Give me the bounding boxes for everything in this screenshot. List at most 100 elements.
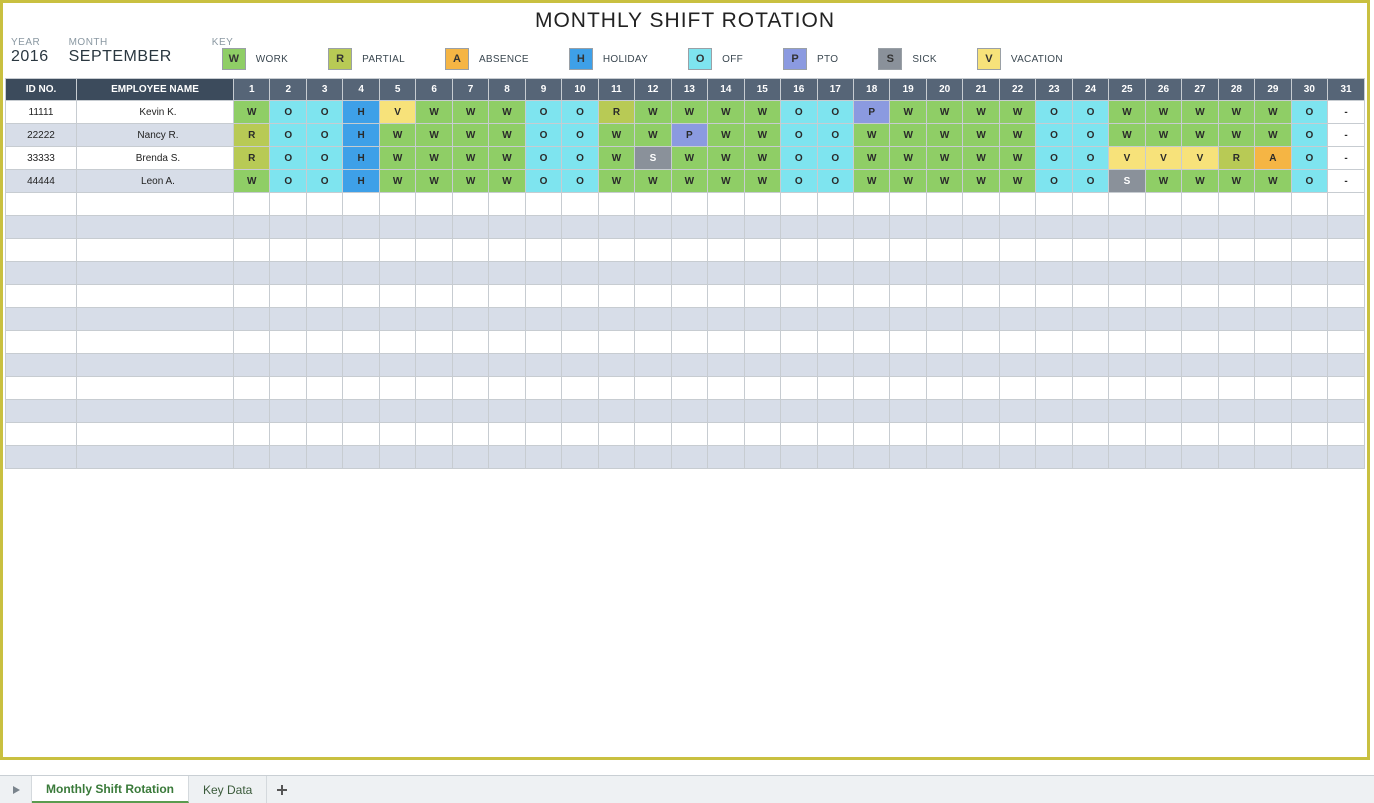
- shift-cell[interactable]: W: [635, 170, 671, 193]
- shift-cell[interactable]: [562, 400, 598, 423]
- shift-cell[interactable]: [1218, 354, 1254, 377]
- shift-cell[interactable]: W: [1255, 124, 1291, 147]
- shift-cell[interactable]: [635, 400, 671, 423]
- shift-cell[interactable]: [598, 423, 634, 446]
- shift-cell[interactable]: [1328, 193, 1365, 216]
- shift-cell[interactable]: [1218, 423, 1254, 446]
- shift-cell[interactable]: [234, 262, 270, 285]
- shift-cell[interactable]: [1218, 308, 1254, 331]
- shift-cell[interactable]: W: [379, 124, 415, 147]
- shift-cell[interactable]: [999, 262, 1035, 285]
- shift-cell[interactable]: [744, 216, 780, 239]
- shift-cell[interactable]: P: [671, 124, 707, 147]
- shift-cell[interactable]: W: [671, 147, 707, 170]
- shift-cell[interactable]: W: [744, 124, 780, 147]
- shift-cell[interactable]: [1145, 239, 1181, 262]
- shift-cell[interactable]: W: [416, 101, 452, 124]
- shift-cell[interactable]: W: [999, 170, 1035, 193]
- shift-cell[interactable]: W: [1182, 170, 1218, 193]
- shift-cell[interactable]: [817, 262, 853, 285]
- shift-cell[interactable]: [379, 354, 415, 377]
- shift-cell[interactable]: [270, 354, 306, 377]
- shift-cell[interactable]: W: [1145, 170, 1181, 193]
- employee-name[interactable]: Leon A.: [76, 170, 233, 193]
- shift-cell[interactable]: O: [817, 147, 853, 170]
- shift-cell[interactable]: [963, 331, 999, 354]
- shift-cell[interactable]: [781, 262, 817, 285]
- shift-cell[interactable]: [926, 331, 962, 354]
- shift-cell[interactable]: W: [1255, 101, 1291, 124]
- shift-cell[interactable]: [1255, 239, 1291, 262]
- shift-cell[interactable]: [343, 308, 379, 331]
- shift-cell[interactable]: [1072, 423, 1108, 446]
- shift-cell[interactable]: [671, 239, 707, 262]
- shift-cell[interactable]: [708, 239, 744, 262]
- table-row[interactable]: [6, 262, 1365, 285]
- shift-cell[interactable]: V: [1182, 147, 1218, 170]
- shift-cell[interactable]: [1145, 216, 1181, 239]
- shift-cell[interactable]: O: [525, 124, 561, 147]
- shift-cell[interactable]: [562, 285, 598, 308]
- shift-cell[interactable]: [1145, 354, 1181, 377]
- shift-cell[interactable]: [343, 262, 379, 285]
- shift-cell[interactable]: [525, 331, 561, 354]
- shift-cell[interactable]: [525, 193, 561, 216]
- shift-cell[interactable]: [963, 354, 999, 377]
- shift-cell[interactable]: O: [1291, 147, 1327, 170]
- shift-cell[interactable]: [270, 377, 306, 400]
- shift-cell[interactable]: [853, 193, 889, 216]
- shift-cell[interactable]: [489, 193, 525, 216]
- shift-cell[interactable]: [306, 193, 342, 216]
- shift-cell[interactable]: [890, 354, 926, 377]
- employee-name[interactable]: [76, 331, 233, 354]
- shift-cell[interactable]: [1072, 285, 1108, 308]
- employee-id[interactable]: 44444: [6, 170, 77, 193]
- shift-cell[interactable]: [452, 423, 488, 446]
- shift-cell[interactable]: [671, 285, 707, 308]
- shift-cell[interactable]: [1291, 285, 1327, 308]
- shift-cell[interactable]: [1036, 216, 1072, 239]
- shift-cell[interactable]: [1255, 377, 1291, 400]
- shift-cell[interactable]: [744, 193, 780, 216]
- shift-cell[interactable]: [379, 446, 415, 469]
- shift-cell[interactable]: [306, 285, 342, 308]
- shift-cell[interactable]: [1328, 285, 1365, 308]
- shift-cell[interactable]: [744, 239, 780, 262]
- shift-cell[interactable]: O: [1036, 147, 1072, 170]
- shift-cell[interactable]: [1328, 308, 1365, 331]
- shift-cell[interactable]: W: [708, 124, 744, 147]
- shift-cell[interactable]: W: [452, 170, 488, 193]
- employee-id[interactable]: [6, 331, 77, 354]
- shift-cell[interactable]: [343, 216, 379, 239]
- shift-cell[interactable]: W: [926, 101, 962, 124]
- table-row[interactable]: 11111Kevin K.WOOHVWWWOORWWWWOOPWWWWOOWWW…: [6, 101, 1365, 124]
- shift-cell[interactable]: [562, 331, 598, 354]
- shift-cell[interactable]: [853, 239, 889, 262]
- shift-cell[interactable]: [817, 354, 853, 377]
- shift-cell[interactable]: [853, 423, 889, 446]
- shift-cell[interactable]: [1328, 262, 1365, 285]
- shift-cell[interactable]: [1182, 239, 1218, 262]
- shift-cell[interactable]: [926, 216, 962, 239]
- shift-cell[interactable]: [1291, 193, 1327, 216]
- shift-cell[interactable]: O: [781, 170, 817, 193]
- shift-cell[interactable]: [452, 331, 488, 354]
- shift-cell[interactable]: W: [890, 147, 926, 170]
- shift-cell[interactable]: [234, 308, 270, 331]
- shift-cell[interactable]: [1182, 193, 1218, 216]
- table-row[interactable]: [6, 377, 1365, 400]
- shift-cell[interactable]: [234, 331, 270, 354]
- shift-cell[interactable]: [744, 262, 780, 285]
- shift-cell[interactable]: W: [926, 170, 962, 193]
- shift-cell[interactable]: V: [1145, 147, 1181, 170]
- shift-cell[interactable]: [817, 423, 853, 446]
- shift-cell[interactable]: O: [306, 147, 342, 170]
- shift-cell[interactable]: [343, 446, 379, 469]
- shift-cell[interactable]: [708, 331, 744, 354]
- shift-cell[interactable]: [999, 285, 1035, 308]
- employee-name[interactable]: [76, 308, 233, 331]
- shift-cell[interactable]: O: [306, 124, 342, 147]
- shift-cell[interactable]: [1291, 308, 1327, 331]
- shift-cell[interactable]: [1328, 377, 1365, 400]
- shift-cell[interactable]: [234, 423, 270, 446]
